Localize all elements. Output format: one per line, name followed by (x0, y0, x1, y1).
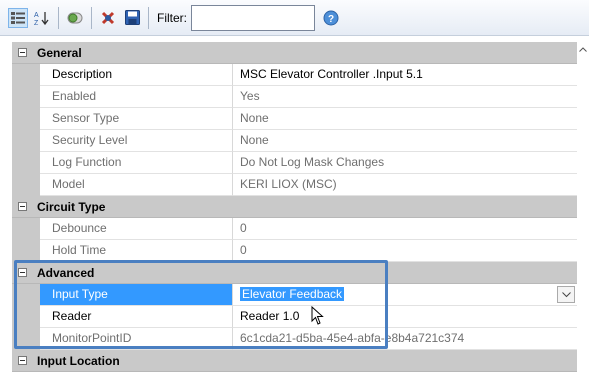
filter-label: Filter: (157, 10, 187, 25)
property-name: Security Level (40, 130, 233, 152)
category-general[interactable]: General (12, 42, 577, 64)
cursor-arrow-icon (311, 305, 324, 325)
toolbar: A Z Filter: ? (0, 0, 589, 36)
chevron-down-icon (561, 291, 571, 297)
property-value[interactable]: MSC Elevator Controller .Input 5.1 (233, 64, 577, 86)
categorized-icon (11, 11, 25, 24)
property-name: MonitorPointID (40, 328, 233, 350)
category-title: General (37, 46, 82, 60)
property-value[interactable]: 0 (233, 240, 577, 262)
category-title: Advanced (37, 266, 95, 280)
property-row-reader[interactable]: Reader Reader 1.0 (12, 306, 577, 328)
property-value[interactable]: Reader 1.0 (233, 306, 577, 328)
property-value[interactable]: Do Not Log Mask Changes (233, 152, 577, 174)
property-row-enabled[interactable]: Enabled Yes (12, 86, 577, 108)
property-row-debounce[interactable]: Debounce 0 (12, 218, 577, 240)
property-row-hold-time[interactable]: Hold Time 0 (12, 240, 577, 262)
minus-icon (17, 202, 27, 211)
filter-input[interactable] (191, 4, 315, 31)
property-name: Sensor Type (40, 108, 233, 130)
category-advanced[interactable]: Advanced (12, 262, 577, 284)
selected-value: Elevator Feedback (240, 287, 345, 301)
property-name: Input Type (40, 284, 233, 306)
property-value-dropdown[interactable]: Elevator Feedback (233, 284, 577, 306)
property-row-input-type[interactable]: Input Type Elevator Feedback (12, 284, 577, 306)
property-value[interactable]: None (233, 130, 577, 152)
property-row-sensor-type[interactable]: Sensor Type None (12, 108, 577, 130)
help-icon: ? (323, 10, 339, 25)
categorized-view-button[interactable] (8, 7, 28, 28)
help-button[interactable]: ? (321, 8, 341, 28)
mouse-cursor (311, 305, 325, 329)
property-value[interactable]: 6c1cda21-d5ba-45e4-abfa-e8b4a721c374 (233, 328, 577, 350)
svg-text:?: ? (328, 14, 334, 25)
toolbar-separator (148, 6, 149, 29)
property-row-security-level[interactable]: Security Level None (12, 130, 577, 152)
property-name: Model (40, 174, 233, 196)
toolbar-separator (91, 6, 92, 29)
toggle-icon (67, 12, 83, 23)
category-circuit-type[interactable]: Circuit Type (12, 196, 577, 218)
property-name: Description (40, 64, 233, 86)
property-value[interactable]: Yes (233, 86, 577, 108)
toolbar-separator (58, 6, 59, 29)
minus-icon (17, 268, 27, 277)
svg-text:A: A (34, 12, 39, 19)
collapse-toggle[interactable] (12, 196, 32, 217)
category-title: Input Location (37, 354, 120, 368)
toggle-button[interactable] (65, 8, 85, 28)
property-value[interactable]: KERI LIOX (MSC) (233, 174, 577, 196)
alphabetical-sort-button[interactable]: A Z (32, 8, 52, 28)
property-row-description[interactable]: Description MSC Elevator Controller .Inp… (12, 64, 577, 86)
property-row-monitor-point-id[interactable]: MonitorPointID 6c1cda21-d5ba-45e4-abfa-e… (12, 328, 577, 350)
property-grid: General Description MSC Elevator Control… (12, 42, 577, 372)
property-row-log-function[interactable]: Log Function Do Not Log Mask Changes (12, 152, 577, 174)
property-name: Reader (40, 306, 233, 328)
property-value[interactable]: None (233, 108, 577, 130)
dropdown-button[interactable] (557, 286, 575, 303)
collapse-toggle[interactable] (12, 262, 32, 283)
clear-button[interactable] (98, 8, 118, 28)
clear-icon (101, 11, 115, 24)
save-button[interactable] (122, 8, 142, 28)
collapse-toggle[interactable] (12, 42, 32, 63)
category-input-location[interactable]: Input Location (12, 350, 577, 372)
save-icon (124, 10, 140, 25)
collapse-toggle[interactable] (12, 350, 32, 371)
property-name: Hold Time (40, 240, 233, 262)
property-value[interactable]: 0 (233, 218, 577, 240)
alphabetical-icon: A Z (34, 11, 49, 26)
property-name: Enabled (40, 86, 233, 108)
minus-icon (17, 48, 27, 57)
category-title: Circuit Type (37, 200, 106, 214)
chevron-up-icon (579, 46, 587, 52)
property-name: Debounce (40, 218, 233, 240)
svg-text:Z: Z (34, 20, 39, 26)
property-name: Log Function (40, 152, 233, 174)
property-row-model[interactable]: Model KERI LIOX (MSC) (12, 174, 577, 196)
scrollbar-up-button[interactable] (577, 42, 589, 56)
